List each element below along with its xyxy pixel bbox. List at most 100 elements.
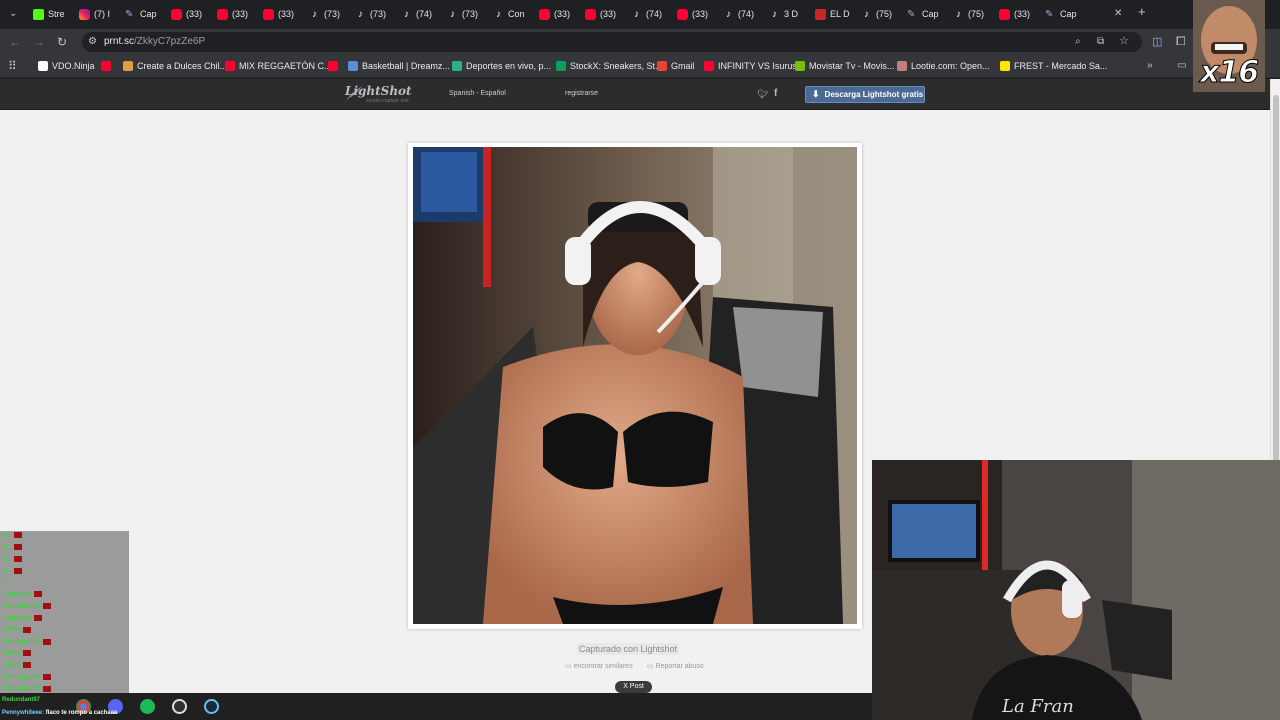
folder-icon[interactable]: ▭ xyxy=(1177,60,1186,72)
browser-tab[interactable]: ♪ (73) xyxy=(309,4,349,24)
tiktok-icon: ♪ xyxy=(404,8,409,20)
tab-label: Con xyxy=(508,9,525,19)
browser-tab[interactable]: (33) xyxy=(217,4,257,24)
browser-tab[interactable]: ♪ Con xyxy=(493,4,533,24)
bookmark-item[interactable]: INFINITY VS Isurus xyxy=(704,61,797,71)
tab-label: Cap xyxy=(140,9,157,19)
tiktok-icon: ♪ xyxy=(726,8,731,20)
browser-tab[interactable]: ♪ (74) xyxy=(631,4,671,24)
browser-tab[interactable]: ✎ Cap xyxy=(907,4,947,24)
bookmark-item[interactable]: VDO.Ninja xyxy=(38,61,95,71)
bookmarks-bar: ⠿ VDO.Ninja Create a Dulces Chil... MIX RE… xyxy=(0,55,1280,78)
language-selector[interactable]: Spanish - Español xyxy=(449,90,506,97)
zoom-icon[interactable]: ⌕ xyxy=(1075,36,1081,48)
browser-tab[interactable]: (33) xyxy=(539,4,579,24)
bookmark-item[interactable] xyxy=(328,61,342,71)
bookmark-star-icon[interactable]: ☆ xyxy=(1119,35,1129,47)
chat-username: Redundant97 xyxy=(3,674,42,681)
chat-emote-icon xyxy=(33,591,42,598)
browser-tab[interactable]: (33) xyxy=(585,4,625,24)
bookmark-item[interactable]: StockX: Sneakers, St... xyxy=(556,61,663,71)
bookmark-item[interactable]: FREST - Mercado Sa... xyxy=(1000,61,1107,71)
register-link[interactable]: registrarse xyxy=(565,90,598,97)
browser-tab[interactable]: ♪ (74) xyxy=(723,4,763,24)
stream-chat-overlay: R... R... R... R... r... FelipeTalk Redundant9… xyxy=(0,531,129,693)
youtube-icon xyxy=(263,8,274,20)
browser-tab[interactable]: (33) xyxy=(999,4,1039,24)
tiktok-icon: ♪ xyxy=(634,8,639,20)
obs-taskbar-icon[interactable] xyxy=(172,699,187,714)
browser-tab[interactable]: ♪ (73) xyxy=(447,4,487,24)
browser-tab[interactable]: ♪ (75) xyxy=(953,4,993,24)
more-bookmarks-icon[interactable]: » xyxy=(1147,60,1153,72)
extension-icon[interactable]: ◫ xyxy=(1152,36,1162,48)
find-similar-link[interactable]: ▭ encontrar similares xyxy=(565,662,633,670)
captured-with-caption: Capturado con Lightshot xyxy=(577,643,680,655)
apps-grid-icon[interactable]: ⠿ xyxy=(8,60,17,72)
reload-icon[interactable]: ↻ xyxy=(57,36,67,48)
tab-strip: ⌄ Stre (7) I ✎ Cap (33) (33) (33) ♪ (73) ♪ (73) ♪ (7… xyxy=(0,0,1280,29)
facebook-icon[interactable]: f xyxy=(774,88,777,100)
chat-username: I4BEN xyxy=(3,627,21,634)
lightshot-icon: ✎ xyxy=(125,8,134,20)
bookmark-label: StockX: Sneakers, St... xyxy=(570,61,663,71)
chat-line: Redundant97 xyxy=(0,637,129,649)
tab-label: (75) xyxy=(876,9,893,19)
chat-emote-icon xyxy=(14,532,23,539)
chat-username: FelipeTalk xyxy=(3,615,32,622)
scroll-thumb[interactable] xyxy=(1273,95,1279,465)
address-bar[interactable]: ⚙ prnt.sc/ZkkyC7pzZe6P ⌕ ⧉ ☆ xyxy=(82,32,1142,52)
emote-multiplier: x16 xyxy=(1199,55,1259,91)
report-abuse-label: Reportar abuso xyxy=(655,663,704,670)
spotify-taskbar-icon[interactable] xyxy=(140,699,155,714)
bookmark-item[interactable]: Deportes en vivo, p... xyxy=(452,61,551,71)
browser-tab[interactable]: (33) xyxy=(171,4,211,24)
bookmark-item[interactable]: Basketball | Dreamz... xyxy=(348,61,450,71)
forward-icon[interactable]: → xyxy=(33,36,45,48)
webcam-feed-art: La Fran xyxy=(872,460,1280,720)
bookmark-item[interactable]: Gmail xyxy=(657,61,695,71)
screenshot-image[interactable] xyxy=(413,147,857,624)
report-abuse-link[interactable]: ▭ Reportar abuso xyxy=(647,662,704,670)
browser-tab[interactable]: ♪ (75) xyxy=(861,4,901,24)
browser-tab[interactable]: Stre xyxy=(33,4,73,24)
chat-emote-icon xyxy=(43,673,52,680)
browser-tab[interactable]: ♪ (73) xyxy=(355,4,395,24)
browser-tab[interactable]: EL D xyxy=(815,4,855,24)
browser-tab[interactable]: ♪ (74) xyxy=(401,4,441,24)
browser-tab[interactable]: (7) I xyxy=(79,4,119,24)
steam-taskbar-icon[interactable] xyxy=(204,699,219,714)
bookmark-item[interactable]: MIX REGGAETÓN C... xyxy=(225,61,332,71)
chat-last-message: Redundant97 xyxy=(2,697,40,703)
site-info-icon[interactable]: ⚙ xyxy=(88,36,97,48)
tab-label: Cap xyxy=(1060,9,1077,19)
extensions-puzzle-icon[interactable]: ⧠ xyxy=(1176,35,1186,47)
new-tab-icon[interactable]: + xyxy=(1138,5,1146,18)
bookmark-item[interactable]: Create a Dulces Chil... xyxy=(123,61,227,71)
bookmark-favicon-icon xyxy=(704,61,714,71)
url-text[interactable]: prnt.sc/ZkkyC7pzZe6P xyxy=(104,36,205,47)
download-lightshot-button[interactable]: ⬇ Descarga Lightshot gratis xyxy=(805,86,925,103)
tab-search-chevron-icon[interactable]: ⌄ xyxy=(9,8,17,20)
lightshot-logo[interactable]: LightShot xyxy=(345,84,412,98)
bookmark-item[interactable]: Movistar Tv - Movis... xyxy=(795,61,894,71)
x-post-button[interactable]: X Post xyxy=(615,681,652,693)
tab-label: (33) xyxy=(1014,9,1031,19)
chat-line: I4BEN xyxy=(0,661,129,673)
youtube-icon xyxy=(217,8,228,20)
bookmark-item[interactable]: Lootie.com: Open... xyxy=(897,61,990,71)
browser-tab[interactable]: ♪ 3 D xyxy=(769,4,809,24)
bookmark-label: VDO.Ninja xyxy=(52,61,95,71)
browser-tab[interactable]: ✎ Cap xyxy=(1045,4,1085,24)
browser-tab[interactable]: (33) xyxy=(677,4,717,24)
back-icon[interactable]: ← xyxy=(9,36,21,48)
twitter-icon[interactable]: 🐦︎ xyxy=(757,88,768,100)
bookmark-item[interactable] xyxy=(101,61,115,71)
close-tab-icon[interactable]: ✕ xyxy=(1114,8,1122,20)
install-icon[interactable]: ⧉ xyxy=(1097,36,1104,48)
chat-emote-icon xyxy=(14,556,23,563)
chat-text: flaco te rompo a cachaaa xyxy=(45,710,118,716)
bookmark-label: Deportes en vivo, p... xyxy=(466,61,552,71)
browser-tab[interactable]: ✎ Cap xyxy=(125,4,165,24)
browser-tab[interactable]: (33) xyxy=(263,4,303,24)
